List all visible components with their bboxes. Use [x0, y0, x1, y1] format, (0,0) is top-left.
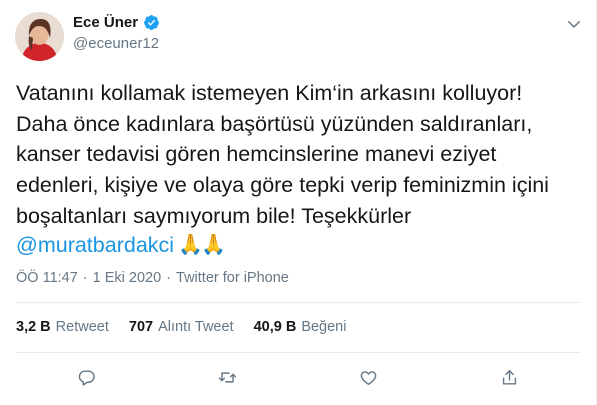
tweet-card: Ece Üner @eceuner12 Vatanını kollamak is… [0, 0, 597, 405]
author-handle[interactable]: @eceuner12 [73, 35, 159, 52]
meta-separator: · [166, 270, 172, 286]
tweet-date[interactable]: 1 Eki 2020 [93, 270, 162, 286]
meta-separator: · [82, 270, 88, 286]
tweet-meta: ÖÖ 11:47 · 1 Eki 2020 · Twitter for iPho… [16, 270, 289, 286]
retweets-stat[interactable]: 3,2 B Retweet [16, 319, 109, 335]
author-display-name[interactable]: Ece Üner [73, 14, 138, 31]
retweets-label: Retweet [55, 319, 109, 335]
divider [16, 352, 581, 353]
reply-icon[interactable] [73, 364, 99, 390]
tweet-mention-line: @muratbardakci 🙏🙏 [16, 230, 226, 260]
avatar[interactable] [15, 12, 64, 61]
mention-link[interactable]: @muratbardakci [16, 230, 174, 260]
tweet-text: Vatanını kollamak istemeyen Kim‘in arkas… [16, 81, 549, 228]
quotes-stat[interactable]: 707 Alıntı Tweet [129, 319, 234, 335]
tweet-time[interactable]: ÖÖ 11:47 [16, 270, 78, 286]
verified-badge-icon [143, 14, 160, 31]
quotes-label: Alıntı Tweet [158, 319, 234, 335]
quotes-count: 707 [128, 319, 154, 335]
author-name-row: Ece Üner [73, 14, 160, 31]
tweet-source[interactable]: Twitter for iPhone [176, 270, 289, 286]
share-icon[interactable] [496, 364, 522, 390]
likes-label: Beğeni [301, 319, 347, 335]
retweets-count: 3,2 B [16, 319, 51, 335]
tweet-stats: 3,2 B Retweet 707 Alıntı Tweet 40,9 B Be… [16, 319, 346, 335]
folded-hands-emoji: 🙏🙏 [178, 234, 226, 256]
likes-stat[interactable]: 40,9 B Beğeni [254, 319, 347, 335]
avatar-photo [15, 12, 64, 61]
retweet-icon[interactable] [214, 364, 240, 390]
chevron-down-icon[interactable] [562, 12, 586, 36]
likes-count: 40,9 B [253, 319, 297, 335]
divider [16, 302, 581, 303]
heart-icon[interactable] [355, 364, 381, 390]
tweet-actions [0, 364, 597, 390]
